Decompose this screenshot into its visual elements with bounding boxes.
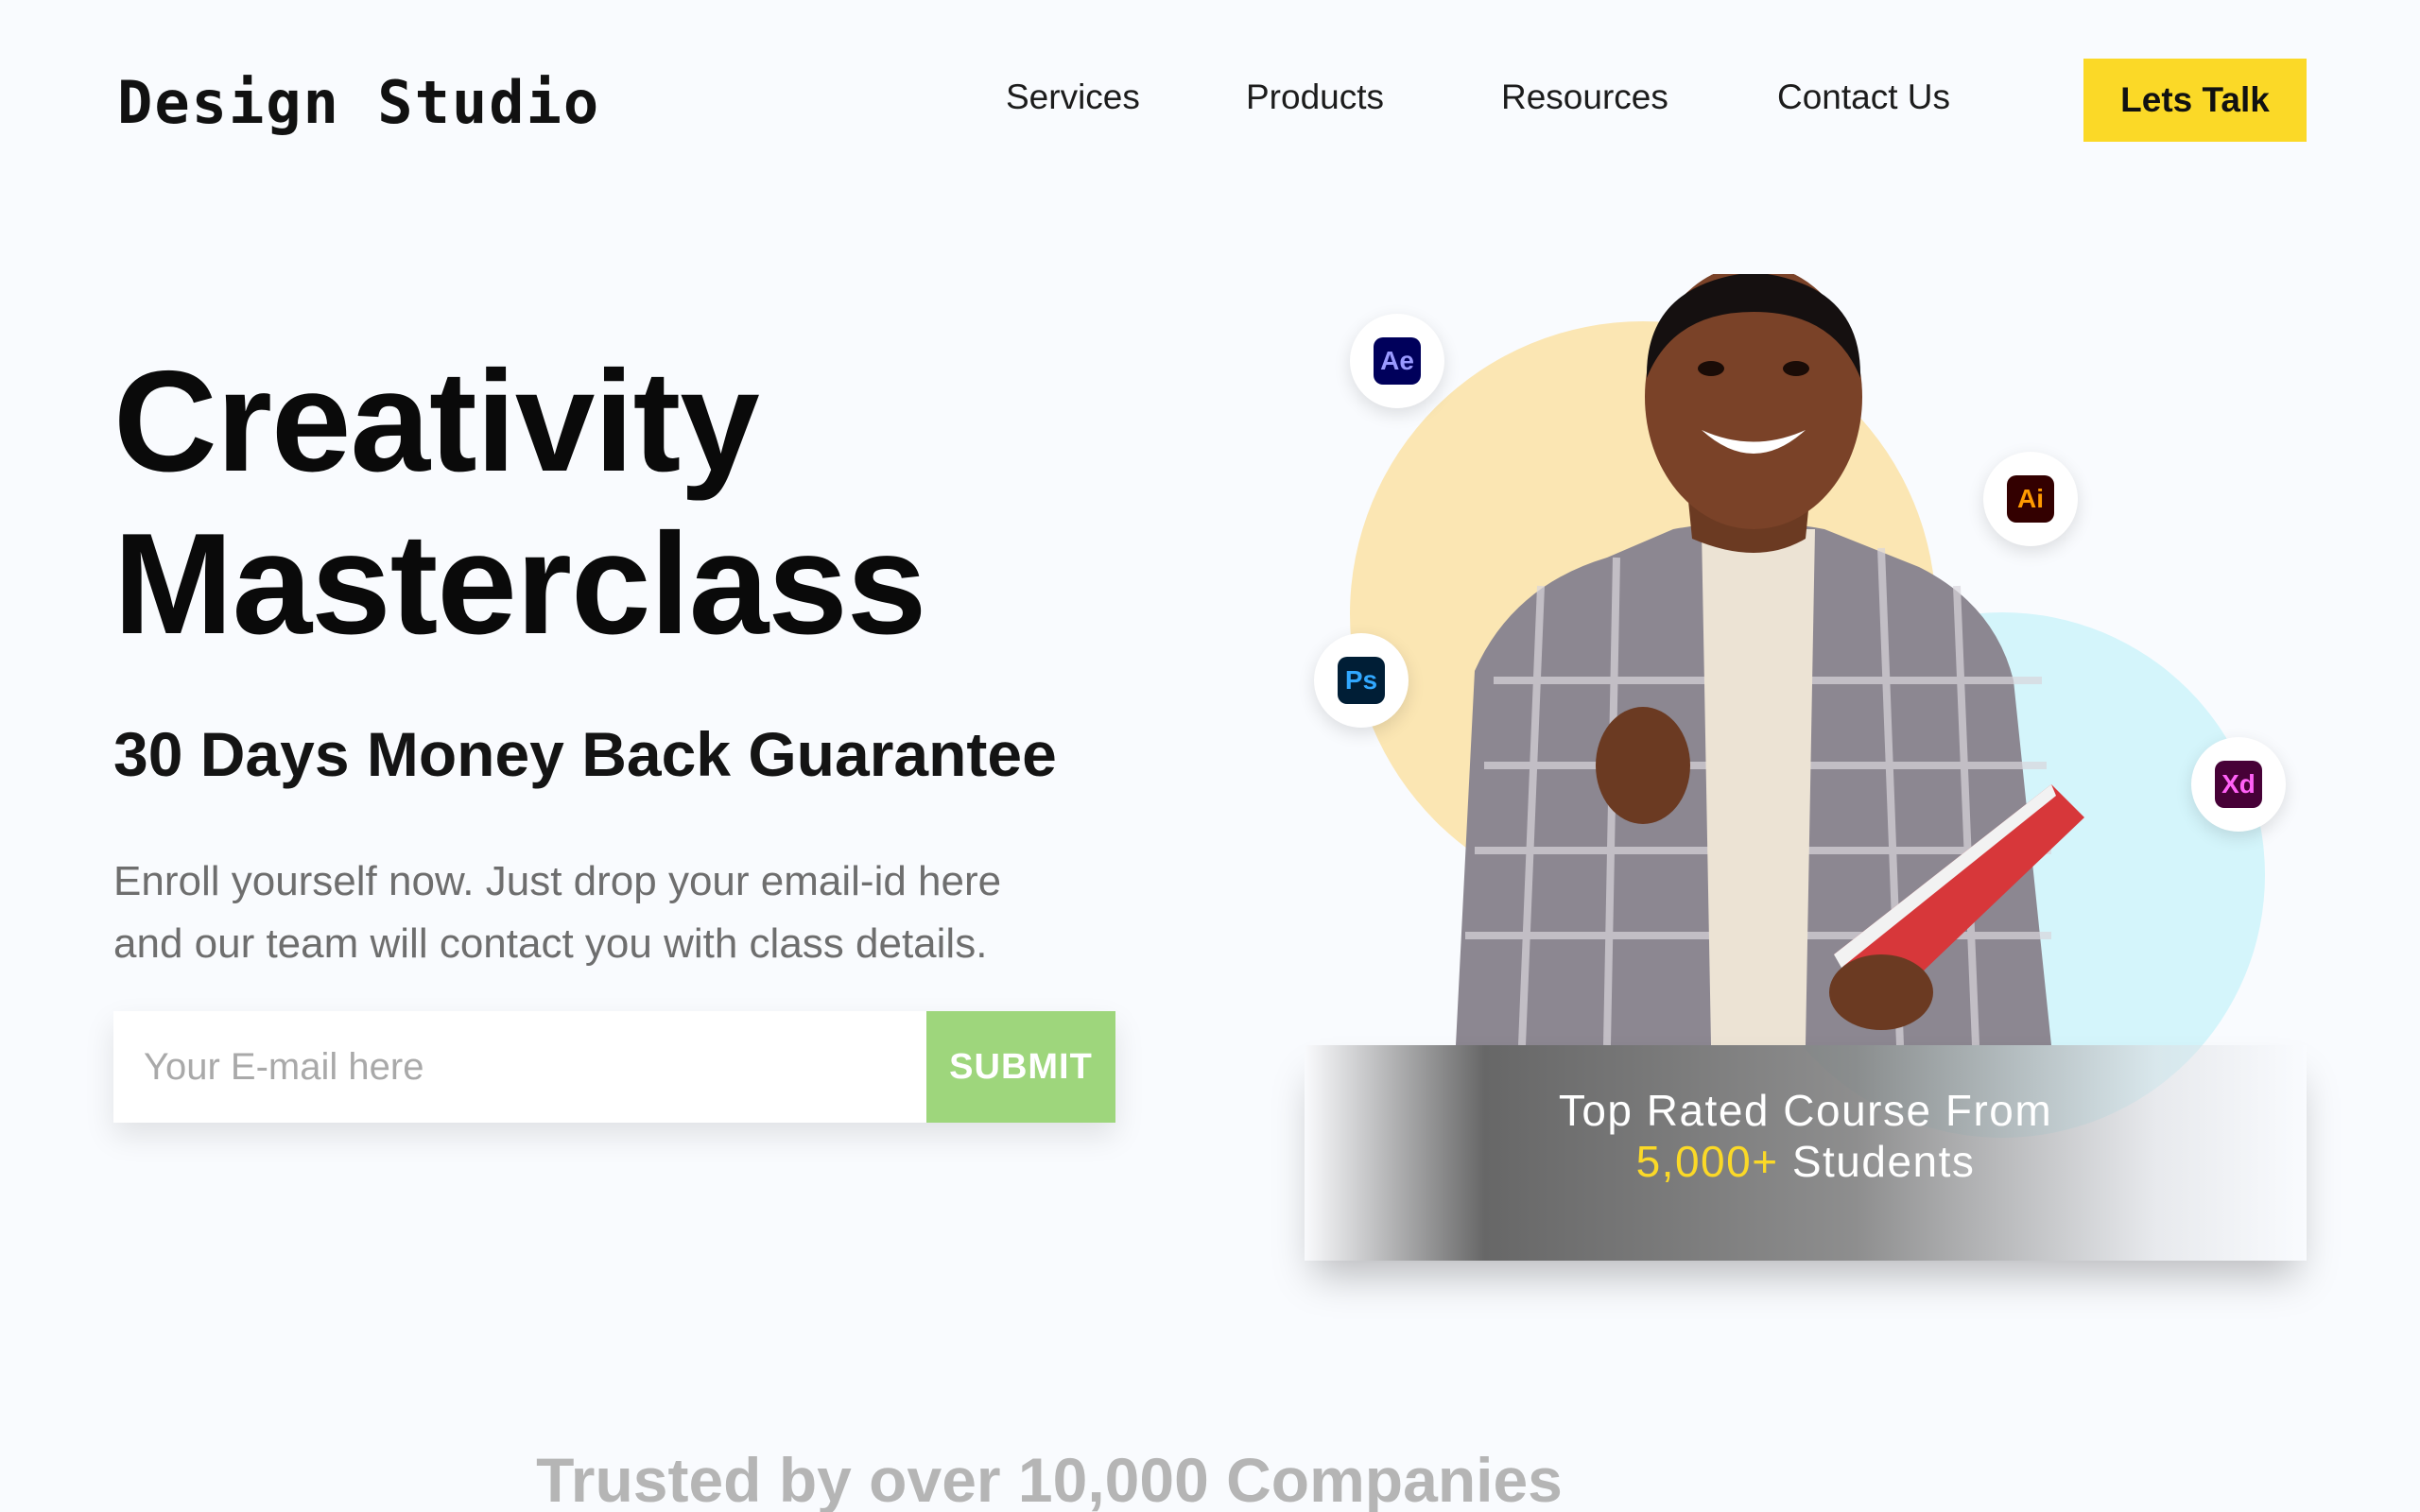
illustrator-icon-label: Ai <box>2007 475 2054 523</box>
hero-description: Enroll yourself now. Just drop your emai… <box>113 850 1172 975</box>
rating-banner: Top Rated Course From 5,000+ Students <box>1305 1045 2307 1261</box>
xd-icon-label: Xd <box>2215 761 2262 808</box>
nav-services[interactable]: Services <box>1006 77 1140 117</box>
students-count: 5,000+ <box>1635 1137 1779 1186</box>
nav-resources[interactable]: Resources <box>1501 77 1668 117</box>
hero-description-line-2: and our team will contact you with class… <box>113 920 988 967</box>
photoshop-icon-label: Ps <box>1338 657 1385 704</box>
email-input[interactable] <box>113 1011 926 1123</box>
banner-line-2: 5,000+ Students <box>1305 1136 2307 1187</box>
hero-title-line-2: Masterclass <box>113 504 926 664</box>
brand-logo[interactable]: Design Studio <box>117 68 600 137</box>
banner-line-2-rest: Students <box>1778 1137 1976 1186</box>
student-photo <box>1456 274 2084 1045</box>
guarantee-heading: 30 Days Money Back Guarantee <box>113 719 1057 789</box>
banner-line-1: Top Rated Course From <box>1558 1086 2053 1135</box>
submit-button[interactable]: SUBMIT <box>926 1011 1115 1123</box>
hero-title: Creativity Masterclass <box>113 340 926 665</box>
illustrator-icon: Ai <box>1983 452 2078 546</box>
lets-talk-button[interactable]: Lets Talk <box>2083 59 2307 142</box>
signup-form: SUBMIT <box>113 1011 1115 1123</box>
nav-products[interactable]: Products <box>1246 77 1384 117</box>
hero-title-line-1: Creativity <box>113 341 760 502</box>
photoshop-icon: Ps <box>1314 633 1409 728</box>
after-effects-icon-label: Ae <box>1374 337 1421 385</box>
nav-contact-us[interactable]: Contact Us <box>1777 77 1950 117</box>
trusted-heading: Trusted by over 10,000 Companies <box>536 1445 1563 1512</box>
landing-page: Design Studio Services Products Resource… <box>0 0 2420 1512</box>
after-effects-icon: Ae <box>1350 314 1444 408</box>
xd-icon: Xd <box>2191 737 2286 832</box>
hero-description-line-1: Enroll yourself now. Just drop your emai… <box>113 858 1002 904</box>
